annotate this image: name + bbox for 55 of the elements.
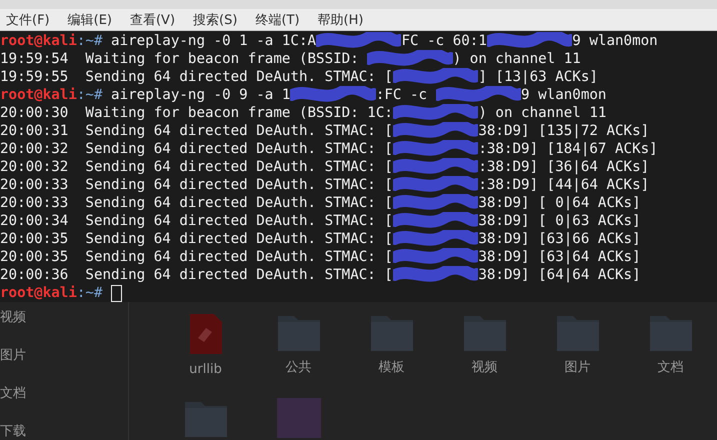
terminal-text: :38:D9] [36|64 ACKs] — [478, 159, 650, 175]
sidebar-item[interactable]: 视频 — [0, 308, 128, 326]
menu-item[interactable]: 搜索(S) — [193, 10, 238, 29]
terminal-text: 20:00:35 Sending 64 directed DeAuth. STMAC: [ — [0, 231, 393, 247]
document-icon — [188, 312, 224, 356]
menu-item[interactable]: 查看(V) — [130, 10, 176, 29]
prompt-user: root@kali — [0, 87, 77, 103]
file-label: urllib — [189, 362, 222, 377]
menu-item[interactable]: 编辑(E) — [68, 10, 112, 29]
terminal-text: 38:D9] [135|72 ACKs] — [478, 123, 650, 139]
menu-item[interactable]: 终端(T) — [255, 10, 300, 29]
prompt-user: root@kali — [0, 285, 77, 301]
file-label: 文档 — [658, 359, 684, 376]
file-label: 公共 — [286, 359, 312, 376]
prompt-path: :~# — [76, 87, 104, 103]
terminal-text: 38:D9] [63|66 ACKs] — [478, 231, 641, 247]
image-thumbnail — [276, 398, 320, 438]
terminal-text: :38:D9] [184|67 ACKs] — [478, 141, 658, 157]
terminal-text: 20:00:30 Waiting for beacon frame (BSSID: 1C: — [0, 105, 393, 121]
terminal-text: ] [13|63 ACKs] — [478, 69, 598, 85]
terminal-text: 19:59:55 Sending 64 directed DeAuth. STMAC: [ — [0, 69, 393, 85]
terminal-text: FC -c 60:1 — [401, 33, 487, 49]
terminal-text: 20:00:34 Sending 64 directed DeAuth. STMAC: [ — [0, 213, 393, 229]
terminal-text: 38:D9] [ 0|63 ACKs] — [478, 213, 641, 229]
terminal-text: ) on channel 11 — [478, 105, 606, 121]
sidebar-item[interactable]: 文档 — [0, 384, 128, 402]
prompt-path: :~# — [76, 33, 104, 49]
menu-item[interactable]: 文件(F) — [6, 10, 50, 29]
file-label: 图片 — [564, 359, 590, 376]
sidebar-item[interactable]: 下载 — [0, 422, 128, 440]
prompt-user: root@kali — [0, 33, 77, 49]
terminal-text: 20:00:33 Sending 64 directed DeAuth. STMAC: [ — [0, 177, 393, 193]
terminal-text: 20:00:33 Sending 64 directed DeAuth. STMAC: [ — [0, 195, 393, 211]
menu-item[interactable]: 帮助(H) — [318, 10, 364, 29]
terminal-text: 38:D9] [ 0|64 ACKs] — [478, 195, 641, 211]
terminal-text: :FC -c — [376, 87, 428, 103]
file-label: 视频 — [472, 359, 498, 376]
terminal-text: 20:00:36 Sending 64 directed DeAuth. STMAC: [ — [0, 267, 393, 283]
terminal-text: aireplay-ng -0 9 -a 1 — [111, 87, 290, 103]
terminal-text: 38:D9] [64|64 ACKs] — [478, 267, 641, 283]
terminal-text: :38:D9] [44|64 ACKs] — [478, 177, 650, 193]
terminal-text: 38:D9] [63|64 ACKs] — [478, 249, 641, 265]
prompt-path: :~# — [76, 285, 104, 301]
text-cursor — [111, 284, 122, 302]
terminal-text: aireplay-ng -0 1 -a 1C:A — [111, 33, 316, 49]
file-label: 模板 — [378, 359, 404, 376]
terminal-text: 9 wlan0mon — [521, 87, 606, 103]
terminal-text: 20:00:35 Sending 64 directed DeAuth. STMAC: [ — [0, 249, 393, 265]
terminal-text: 9 wlan0mon — [572, 33, 658, 49]
terminal-text: 19:59:54 Waiting for beacon frame (BSSID: — [0, 51, 360, 67]
terminal-text: 20:00:31 Sending 64 directed DeAuth. STMAC: [ — [0, 123, 393, 139]
terminal-text: 20:00:32 Sending 64 directed DeAuth. STMAC: [ — [0, 159, 393, 175]
sidebar-item[interactable]: 图片 — [0, 346, 128, 364]
terminal-text: ) on channel 11 — [452, 51, 581, 67]
terminal-text: 20:00:32 Sending 64 directed DeAuth. STMAC: [ — [0, 141, 393, 157]
